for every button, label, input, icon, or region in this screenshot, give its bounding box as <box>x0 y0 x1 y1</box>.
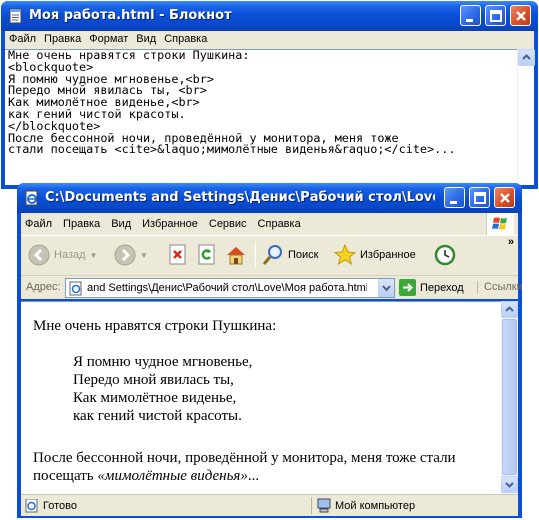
status-bar: Готово Мой компьютер <box>21 494 518 516</box>
go-button[interactable]: Переход <box>399 279 464 296</box>
blockquote: Я помню чудное мгновенье, Передо мной яв… <box>73 353 252 425</box>
menu-view[interactable]: Вид <box>132 31 160 45</box>
go-icon <box>399 279 416 296</box>
scroll-down-arrow-icon[interactable] <box>501 476 518 493</box>
minimize-button[interactable] <box>460 5 481 26</box>
back-button[interactable]: Назад ▼ <box>27 241 97 269</box>
notepad-window[interactable]: Моя работа.html - Блокнот Файл Правка Форм… <box>1 1 538 189</box>
poem-line: Я помню чудное мгновенье, <box>73 354 253 370</box>
home-icon <box>227 247 245 265</box>
browser-window[interactable]: C:\Documents and Settings\Денис\Рабочий … <box>17 183 523 518</box>
toolbar-separator <box>255 242 256 268</box>
scroll-up-arrow-icon[interactable] <box>518 49 535 66</box>
browser-toolbar: Назад ▼ ▼ Поиск Избранное » <box>21 235 518 275</box>
menu-edit[interactable]: Правка <box>59 213 107 230</box>
links-label[interactable]: Ссылки <box>477 281 523 293</box>
text-line: стали посещать <cite>&laquo;мимолётные в… <box>8 142 456 157</box>
poem-line: Передо мной явилась ты, <box>73 372 234 388</box>
search-button[interactable]: Поиск <box>261 241 318 269</box>
notepad-titlebar[interactable]: Моя работа.html - Блокнот <box>1 1 538 31</box>
menu-tools[interactable]: Сервис <box>205 213 254 230</box>
notepad-icon <box>9 8 22 24</box>
refresh-button[interactable] <box>196 241 218 269</box>
browser-title: C:\Documents and Settings\Денис\Рабочий … <box>45 190 435 205</box>
back-icon <box>28 244 50 266</box>
home-button[interactable] <box>224 241 248 269</box>
browser-titlebar[interactable]: C:\Documents and Settings\Денис\Рабочий … <box>17 183 522 213</box>
after-paragraph: После бессонной ночи, проведённой у мони… <box>33 449 456 485</box>
intro-paragraph: Мне очень нравятся строки Пушкина: <box>33 318 277 334</box>
notepad-scrollbar[interactable] <box>517 49 535 185</box>
after-line-1: После бессонной ночи, проведённой у мони… <box>33 450 456 466</box>
computer-icon <box>317 498 331 513</box>
poem-line: как гений чистой красоты. <box>73 408 242 424</box>
notepad-menubar: Файл Правка Формат Вид Справка <box>5 31 534 49</box>
menu-help[interactable]: Справка <box>254 213 308 230</box>
minimize-button[interactable] <box>444 187 465 208</box>
maximize-button[interactable] <box>469 187 490 208</box>
menu-format[interactable]: Формат <box>85 31 132 45</box>
status-text: Готово <box>43 500 77 512</box>
scroll-up-arrow-icon[interactable] <box>501 301 518 318</box>
cite: «мимолётные виденья» <box>97 468 248 484</box>
maximize-button[interactable] <box>485 5 506 26</box>
toolbar-overflow-icon[interactable]: » <box>508 236 514 248</box>
browser-menubar: Файл Правка Вид Избранное Сервис Справка <box>21 213 518 235</box>
poem-line: Как мимолётное виденье, <box>73 390 237 406</box>
favorites-button[interactable]: Избранное <box>333 241 416 269</box>
ie-icon <box>25 190 38 206</box>
forward-button[interactable]: ▼ <box>113 241 148 269</box>
history-button[interactable] <box>433 241 457 269</box>
security-zone: Мой компьютер <box>335 500 416 512</box>
windows-flag-icon <box>486 213 514 235</box>
notepad-title: Моя работа.html - Блокнот <box>29 8 232 23</box>
chevron-down-icon[interactable] <box>378 279 394 297</box>
address-bar: Адрес: and Settings\Денис\Рабочий стол\L… <box>21 275 523 299</box>
menu-edit[interactable]: Правка <box>40 31 85 45</box>
history-icon <box>434 244 456 266</box>
stop-icon <box>169 244 186 265</box>
page-icon <box>25 499 38 513</box>
notepad-text-area[interactable]: Мне очень нравятся строки Пушкина: <bloc… <box>5 49 517 185</box>
search-icon <box>262 245 282 265</box>
refresh-icon <box>198 244 215 265</box>
browser-scrollbar[interactable] <box>501 301 518 494</box>
scroll-thumb[interactable] <box>502 319 517 475</box>
forward-icon <box>114 244 136 266</box>
address-input[interactable]: and Settings\Денис\Рабочий стол\Love\Моя… <box>65 278 395 298</box>
page-icon <box>69 281 82 296</box>
menu-file[interactable]: Файл <box>5 31 40 45</box>
after-line-2: посещать «мимолётные виденья»... <box>33 468 260 484</box>
menu-file[interactable]: Файл <box>21 213 59 230</box>
address-label: Адрес: <box>26 281 61 293</box>
menu-favorites[interactable]: Избранное <box>138 213 205 230</box>
address-value: and Settings\Денис\Рабочий стол\Love\Моя… <box>87 282 367 294</box>
menu-help[interactable]: Справка <box>160 31 211 45</box>
page-content: Мне очень нравятся строки Пушкина: Я пом… <box>21 301 501 494</box>
menu-view[interactable]: Вид <box>107 213 138 230</box>
close-button[interactable] <box>494 187 515 208</box>
stop-button[interactable] <box>167 241 189 269</box>
close-button[interactable] <box>510 5 531 26</box>
favorites-icon <box>333 243 357 266</box>
